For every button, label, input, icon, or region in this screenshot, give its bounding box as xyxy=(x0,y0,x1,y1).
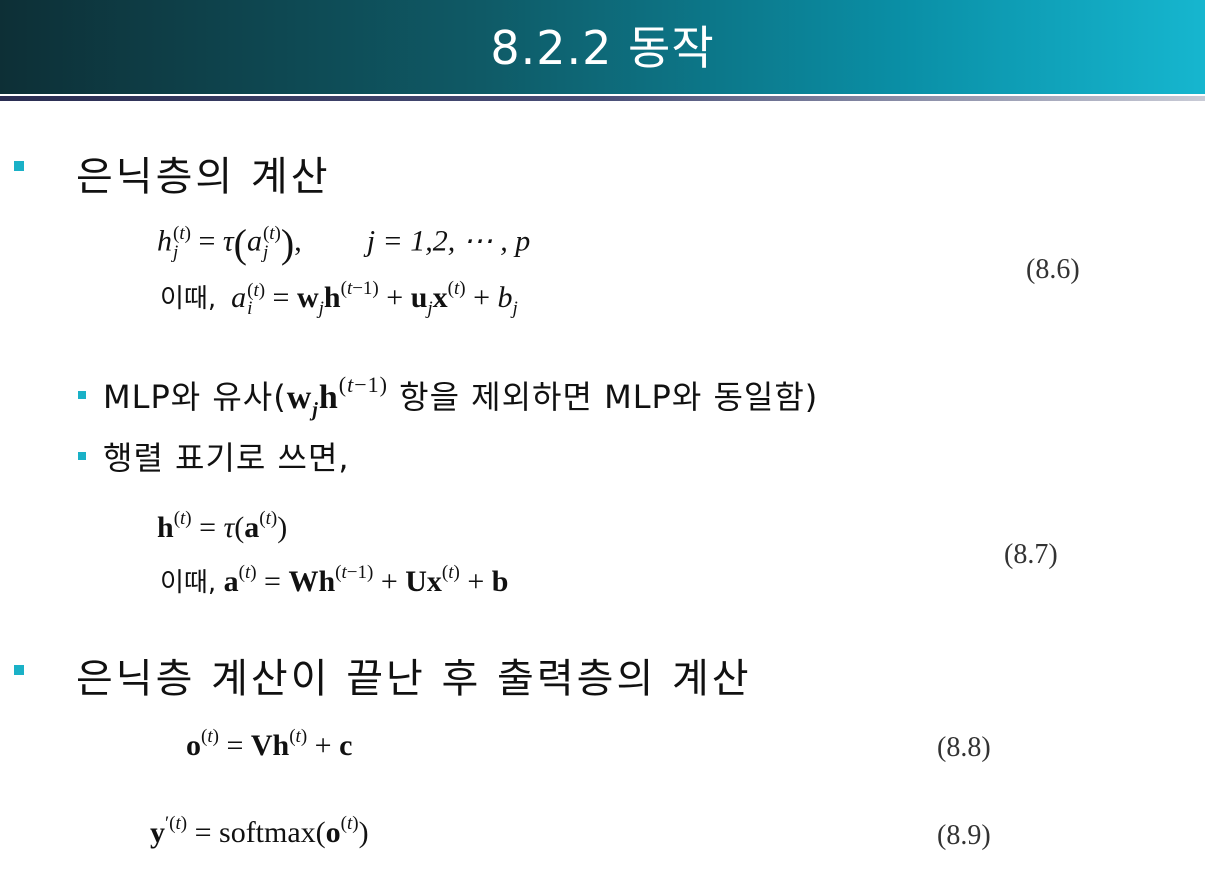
mlp-inline-term: wjh(t−1) xyxy=(286,371,388,421)
slide-title: 8.2.2 동작 xyxy=(490,21,715,75)
equation-number-8-9: (8.9) xyxy=(937,820,991,851)
bullet-after-hidden: 은닉층 계산이 끝난 후 출력층의 계산 xyxy=(76,656,752,702)
sub-bullet-mlp: MLP와 유사(wjh(t−1) 항을 제외하면 MLP와 동일함) xyxy=(103,372,818,422)
ittae-label: 이때, xyxy=(160,284,217,314)
equation-range: j = 1,2, ⋯ , p xyxy=(366,224,531,258)
bullet-marker xyxy=(14,665,24,675)
softmax-label: softmax xyxy=(219,816,316,849)
equation-8-6-line1: h (t) j = τ(a (t) j), j = 1,2, ⋯ , p xyxy=(157,221,531,266)
equation-8-7-line1: h(t) = τ(a(t)) xyxy=(157,508,288,544)
equation-number-8-8: (8.8) xyxy=(937,732,991,763)
equation-8-8: o(t) = Vh(t) + c xyxy=(186,726,353,762)
slide-header: 8.2.2 동작 xyxy=(0,0,1205,94)
bullet-marker xyxy=(14,161,24,171)
mlp-prefix: MLP와 유사( xyxy=(103,378,287,416)
sub-bullet-marker xyxy=(78,391,86,399)
sub-bullet-matrix: 행렬 표기로 쓰면, xyxy=(103,439,350,477)
equation-8-9: y′(t) = softmax(o(t)) xyxy=(150,813,369,849)
ittae-label: 이때, xyxy=(160,568,217,598)
mlp-suffix: 항을 제외하면 MLP와 동일함) xyxy=(387,378,819,416)
equation-number-8-7: (8.7) xyxy=(1004,539,1058,570)
bullet-hidden-calc: 은닉층의 계산 xyxy=(76,154,331,200)
header-divider xyxy=(0,96,1205,101)
equation-8-6-line2: 이때, a (t) i = wjh(t−1) + ujx(t) + bj xyxy=(160,278,518,320)
equation-number-8-6: (8.6) xyxy=(1026,254,1080,285)
sub-bullet-marker xyxy=(78,452,86,460)
equation-8-7-line2: 이때, a(t) = Wh(t−1) + Ux(t) + b xyxy=(160,562,509,598)
